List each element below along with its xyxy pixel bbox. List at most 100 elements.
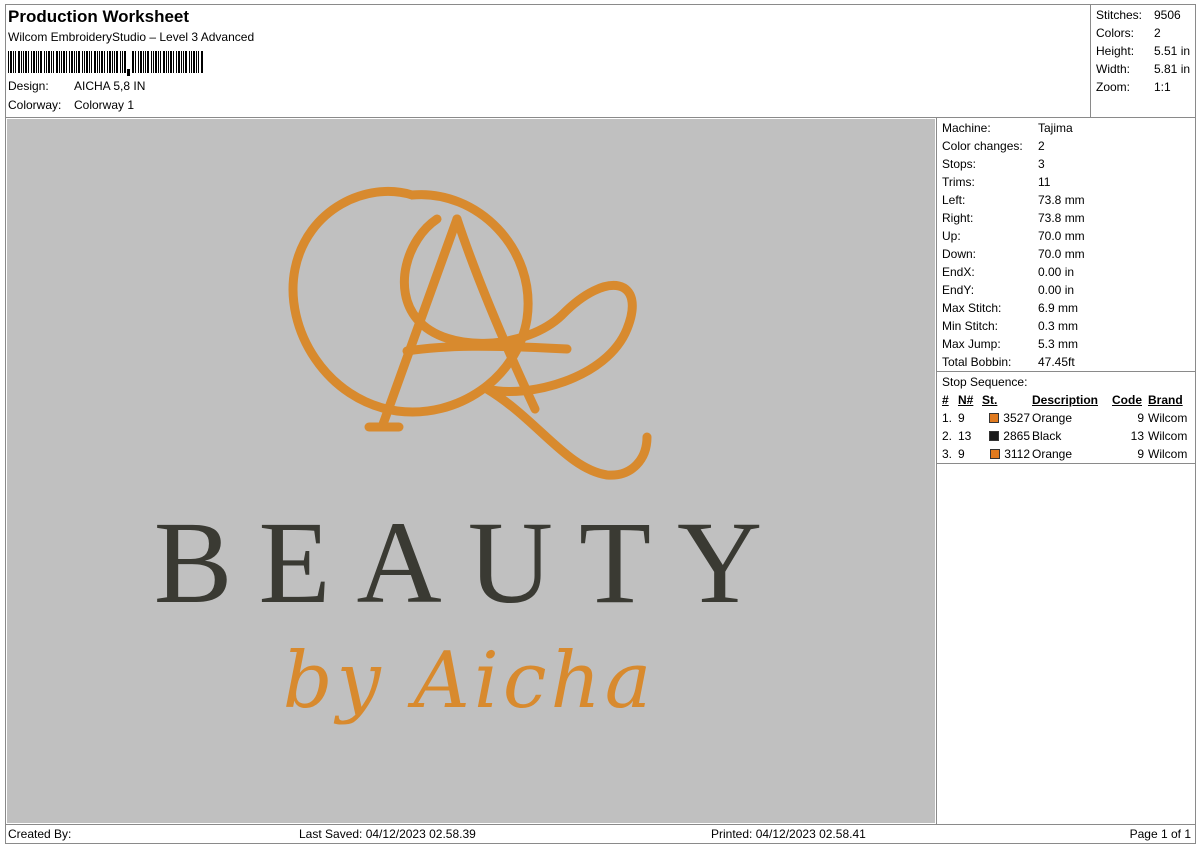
colors-row: Colors: 2 <box>1096 24 1196 42</box>
machine-info-label: EndX: <box>942 265 975 279</box>
machine-info-label: Max Stitch: <box>942 301 1002 315</box>
row-code: 9 <box>1137 447 1144 461</box>
machine-info-value: Tajima <box>1038 121 1073 135</box>
row-brand: Wilcom <box>1148 429 1188 443</box>
last-saved: Last Saved: 04/12/2023 02.58.39 <box>299 827 476 841</box>
machine-info-row: Left: 73.8 mm <box>942 191 1196 209</box>
wordmark-text: BEAUTY <box>154 497 789 628</box>
machine-info-row: Trims: 11 <box>942 173 1196 191</box>
footer: Created By: Last Saved: 04/12/2023 02.58… <box>5 824 1196 844</box>
machine-info-row: Color changes: 2 <box>942 137 1196 155</box>
table-row: 2. 13 2865 Black 13 Wilcom <box>942 427 1194 445</box>
row-n: 9 <box>958 411 965 425</box>
machine-info-value: 0.3 mm <box>1038 319 1079 333</box>
machine-info-row: EndY: 0.00 in <box>942 281 1196 299</box>
machine-info-row: Up: 70.0 mm <box>942 227 1196 245</box>
info-panel: Machine: Tajima Color changes: 2 Stops: 3 Trim… <box>936 118 1196 824</box>
machine-info-label: Max Jump: <box>942 337 1001 351</box>
machine-info-value: 70.0 mm <box>1038 229 1085 243</box>
row-description: Orange <box>1032 447 1073 461</box>
machine-info-label: Color changes: <box>942 139 1023 153</box>
machine-info-label: EndY: <box>942 283 975 297</box>
height-value: 5.51 in <box>1154 44 1191 58</box>
color-swatch <box>989 413 1000 423</box>
table-header-row: # N# St. Description Code Brand <box>942 391 1194 409</box>
width-label: Width: <box>1096 62 1131 76</box>
summary-box: Stitches: 9506 Colors: 2 Height: 5.51 in Wi… <box>1090 5 1196 117</box>
design-row: Design: AICHA 5,8 IN <box>8 77 1088 96</box>
row-description: Black <box>1032 429 1062 443</box>
monogram-ar <box>288 187 652 480</box>
table-row: 3. 9 3112 Orange 9 Wilcom <box>942 445 1194 463</box>
machine-info-row: Max Jump: 5.3 mm <box>942 335 1196 353</box>
col-code: Code <box>1112 393 1142 407</box>
colors-value: 2 <box>1154 26 1161 40</box>
machine-info-value: 73.8 mm <box>1038 211 1085 225</box>
machine-info-label: Machine: <box>942 121 991 135</box>
stitches-value: 9506 <box>1154 8 1181 22</box>
col-n: N# <box>958 393 974 407</box>
row-st-value: 2865 <box>1003 429 1030 443</box>
machine-info-row: Max Stitch: 6.9 mm <box>942 299 1196 317</box>
row-n: 13 <box>958 429 972 443</box>
row-st: 3112 <box>982 445 1030 463</box>
row-st-value: 3112 <box>1004 447 1030 461</box>
zoom-value: 1:1 <box>1154 80 1171 94</box>
zoom-row: Zoom: 1:1 <box>1096 78 1196 96</box>
row-brand: Wilcom <box>1148 447 1188 461</box>
machine-info-row: Machine: Tajima <box>942 119 1196 137</box>
machine-info-row: Min Stitch: 0.3 mm <box>942 317 1196 335</box>
row-brand: Wilcom <box>1148 411 1188 425</box>
created-by: Created By: <box>8 827 72 841</box>
height-label: Height: <box>1096 44 1135 58</box>
machine-info-value: 73.8 mm <box>1038 193 1085 207</box>
col-st: St. <box>982 393 998 407</box>
machine-info-label: Down: <box>942 247 977 261</box>
design-value: AICHA 5,8 IN <box>74 79 146 93</box>
row-n: 9 <box>958 447 965 461</box>
stop-sequence-table: # N# St. Description Code Brand 1. 9 3527 O… <box>942 391 1194 463</box>
machine-info-value: 6.9 mm <box>1038 301 1079 315</box>
row-st: 2865 <box>982 427 1030 445</box>
col-num: # <box>942 393 949 407</box>
embroidery-artwork: BEAUTY by Aicha <box>154 187 789 726</box>
panel-divider-bottom <box>937 463 1196 464</box>
col-brand: Brand <box>1148 393 1183 407</box>
row-num: 2. <box>942 429 953 443</box>
row-st-value: 3527 <box>1003 411 1030 425</box>
row-st: 3527 <box>982 409 1030 427</box>
header-info: Production Worksheet Wilcom EmbroiderySt… <box>8 6 1088 115</box>
machine-info-label: Left: <box>942 193 966 207</box>
width-row: Width: 5.81 in <box>1096 60 1196 78</box>
color-swatch <box>989 431 1000 441</box>
row-num: 3. <box>942 447 953 461</box>
page-title: Production Worksheet <box>8 7 190 26</box>
machine-info-value: 0.00 in <box>1038 283 1075 297</box>
row-code: 13 <box>1130 429 1144 443</box>
machine-info-value: 2 <box>1038 139 1045 153</box>
machine-info-value: 11 <box>1038 175 1051 189</box>
printed-date: Printed: 04/12/2023 02.58.41 <box>711 827 866 841</box>
machine-info-row: EndX: 0.00 in <box>942 263 1196 281</box>
software-subtitle: Wilcom EmbroideryStudio – Level 3 Advanc… <box>8 30 255 44</box>
height-row: Height: 5.51 in <box>1096 42 1196 60</box>
zoom-label: Zoom: <box>1096 80 1131 94</box>
colorway-label: Colorway: <box>8 98 62 112</box>
stop-sequence-title: Stop Sequence: <box>942 375 1028 389</box>
table-row: 1. 9 3527 Orange 9 Wilcom <box>942 409 1194 427</box>
machine-info-label: Stops: <box>942 157 977 171</box>
machine-info-value: 47.45ft <box>1038 355 1075 369</box>
barcode <box>8 51 203 76</box>
colorway-row: Colorway: Colorway 1 <box>8 96 1088 115</box>
machine-info-row: Stops: 3 <box>942 155 1196 173</box>
machine-info-row: Total Bobbin: 47.45ft <box>942 353 1196 371</box>
page-number: Page 1 of 1 <box>1129 827 1191 841</box>
design-label: Design: <box>8 79 49 93</box>
machine-info: Machine: Tajima Color changes: 2 Stops: 3 Trim… <box>937 118 1196 371</box>
machine-info-label: Right: <box>942 211 974 225</box>
stitches-label: Stitches: <box>1096 8 1143 22</box>
machine-info-value: 0.00 in <box>1038 265 1075 279</box>
color-swatch <box>990 449 1001 459</box>
col-description: Description <box>1032 393 1099 407</box>
row-description: Orange <box>1032 411 1073 425</box>
